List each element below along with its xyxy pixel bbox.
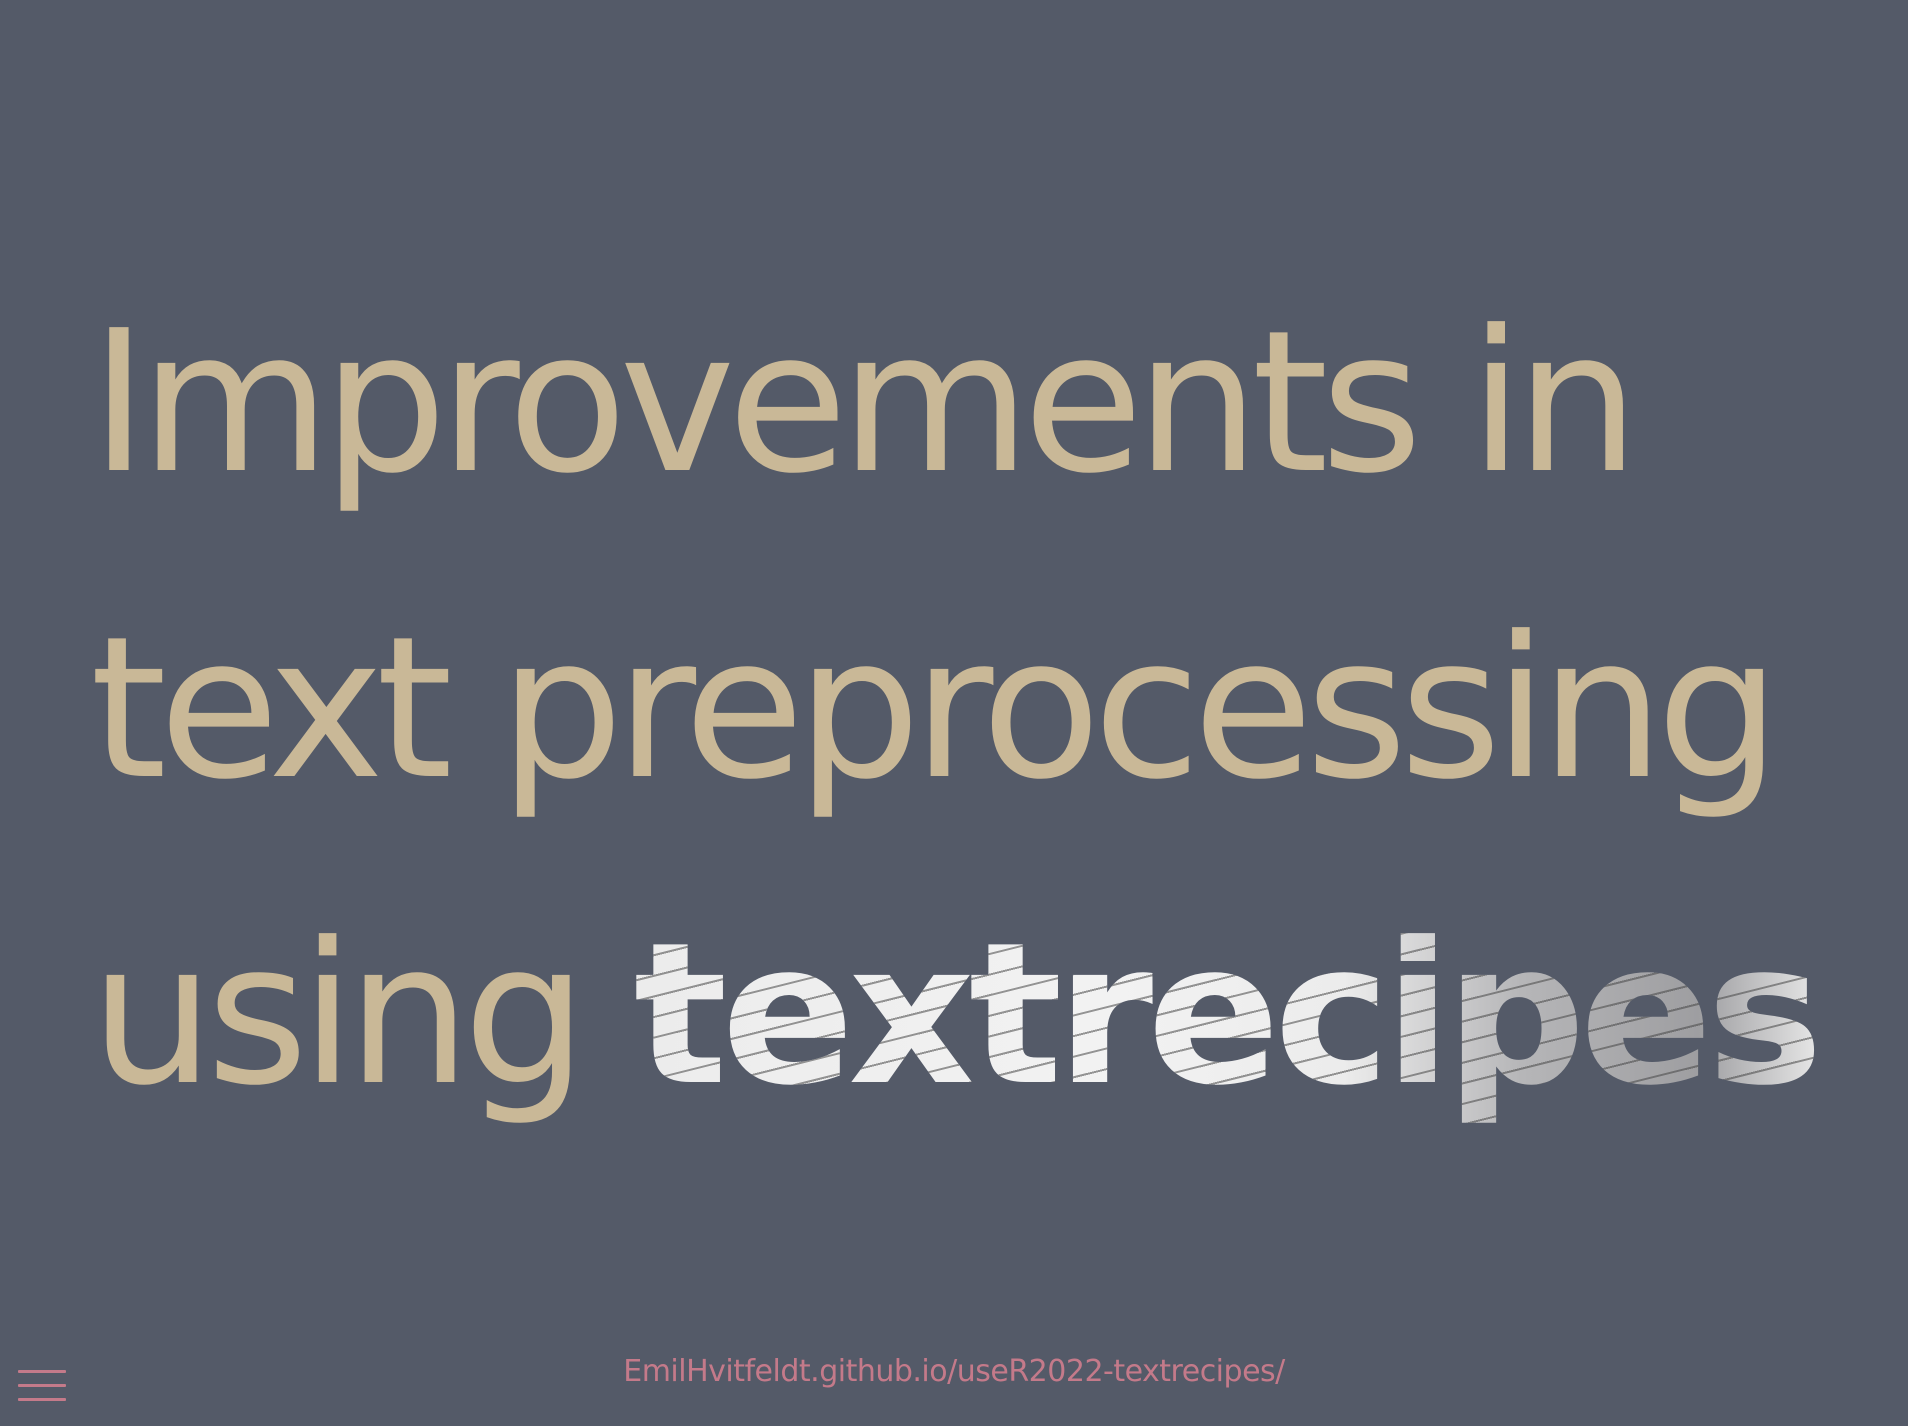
package-name: textrecipes <box>633 901 1818 1129</box>
title-line-3-prefix: using <box>90 901 634 1129</box>
footer-url[interactable]: EmilHvitfeldt.github.io/useR2022-textrec… <box>0 1354 1908 1389</box>
title-line-1: Improvements in <box>90 289 1640 517</box>
slide-title: Improvements in text preprocessing using… <box>90 250 1818 1168</box>
title-line-2: text preprocessing <box>90 595 1781 823</box>
title-line-3: using textrecipes <box>90 862 1818 1168</box>
title-slide: Improvements in text preprocessing using… <box>0 0 1908 1426</box>
